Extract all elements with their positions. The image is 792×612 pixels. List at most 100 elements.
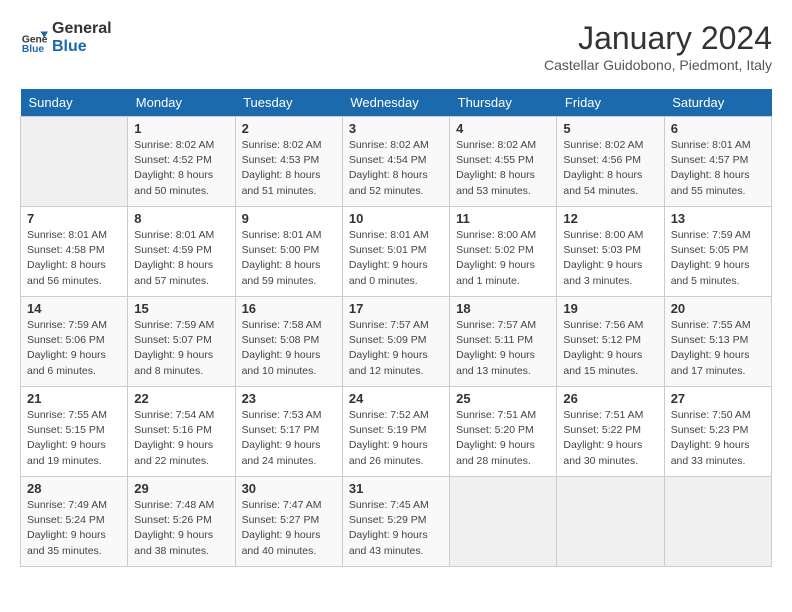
calendar-cell: [21, 117, 128, 207]
day-number: 20: [671, 301, 765, 316]
day-of-week-header: Wednesday: [342, 89, 449, 117]
day-number: 28: [27, 481, 121, 496]
day-number: 24: [349, 391, 443, 406]
day-number: 22: [134, 391, 228, 406]
title-block: January 2024 Castellar Guidobono, Piedmo…: [544, 20, 772, 73]
calendar-cell: 6Sunrise: 8:01 AMSunset: 4:57 PMDaylight…: [664, 117, 771, 207]
day-number: 27: [671, 391, 765, 406]
day-of-week-header: Sunday: [21, 89, 128, 117]
calendar-cell: 30 Sunrise: 7:47 AMSunset: 5:27 PMDayligh…: [235, 477, 342, 567]
day-number: 16: [242, 301, 336, 316]
day-info: Sunrise: 8:01 AMSunset: 4:59 PMDaylight:…: [134, 228, 228, 289]
day-info: Sunrise: 7:52 AMSunset: 5:19 PMDaylight:…: [349, 408, 443, 469]
day-number: 10: [349, 211, 443, 226]
calendar-cell: 19 Sunrise: 7:56 AMSunset: 5:12 PMDayligh…: [557, 297, 664, 387]
day-number: 21: [27, 391, 121, 406]
day-number: 23: [242, 391, 336, 406]
day-number: 3: [349, 121, 443, 136]
day-number: 30: [242, 481, 336, 496]
day-number: 25: [456, 391, 550, 406]
calendar-cell: 12 Sunrise: 8:00 AMSunset: 5:03 PMDayligh…: [557, 207, 664, 297]
calendar-table: SundayMondayTuesdayWednesdayThursdayFrid…: [20, 89, 772, 567]
day-info: Sunrise: 7:57 AMSunset: 5:11 PMDaylight:…: [456, 318, 550, 379]
logo: General Blue General Blue: [20, 20, 112, 55]
calendar-cell: 22 Sunrise: 7:54 AMSunset: 5:16 PMDayligh…: [128, 387, 235, 477]
location-subtitle: Castellar Guidobono, Piedmont, Italy: [544, 57, 772, 73]
day-info: Sunrise: 7:59 AMSunset: 5:05 PMDaylight:…: [671, 228, 765, 289]
calendar-cell: 11 Sunrise: 8:00 AMSunset: 5:02 PMDayligh…: [450, 207, 557, 297]
calendar-cell: 8Sunrise: 8:01 AMSunset: 4:59 PMDaylight…: [128, 207, 235, 297]
calendar-cell: 17 Sunrise: 7:57 AMSunset: 5:09 PMDayligh…: [342, 297, 449, 387]
day-info: Sunrise: 8:00 AMSunset: 5:03 PMDaylight:…: [563, 228, 657, 289]
calendar-cell: 2 Sunrise: 8:02 AMSunset: 4:53 PMDaylight…: [235, 117, 342, 207]
calendar-cell: [450, 477, 557, 567]
day-info: Sunrise: 8:01 AMSunset: 4:57 PMDaylight:…: [671, 138, 765, 199]
day-info: Sunrise: 7:53 AMSunset: 5:17 PMDaylight:…: [242, 408, 336, 469]
calendar-cell: 21 Sunrise: 7:55 AMSunset: 5:15 PMDayligh…: [21, 387, 128, 477]
day-info: Sunrise: 7:51 AMSunset: 5:22 PMDaylight:…: [563, 408, 657, 469]
calendar-cell: 5 Sunrise: 8:02 AMSunset: 4:56 PMDaylight…: [557, 117, 664, 207]
month-title: January 2024: [544, 20, 772, 57]
day-info: Sunrise: 7:58 AMSunset: 5:08 PMDaylight:…: [242, 318, 336, 379]
day-info: Sunrise: 8:01 AMSunset: 5:00 PMDaylight:…: [242, 228, 336, 289]
day-number: 12: [563, 211, 657, 226]
day-info: Sunrise: 7:57 AMSunset: 5:09 PMDaylight:…: [349, 318, 443, 379]
calendar-cell: 20Sunrise: 7:55 AMSunset: 5:13 PMDayligh…: [664, 297, 771, 387]
day-number: 17: [349, 301, 443, 316]
calendar-cell: 9 Sunrise: 8:01 AMSunset: 5:00 PMDaylight…: [235, 207, 342, 297]
day-number: 19: [563, 301, 657, 316]
day-number: 13: [671, 211, 765, 226]
logo-blue: Blue: [52, 38, 112, 56]
logo-icon: General Blue: [20, 24, 48, 52]
day-info: Sunrise: 7:59 AMSunset: 5:07 PMDaylight:…: [134, 318, 228, 379]
page-header: General Blue General Blue January 2024 C…: [20, 20, 772, 73]
calendar-cell: 26Sunrise: 7:51 AMSunset: 5:22 PMDayligh…: [557, 387, 664, 477]
day-of-week-header: Tuesday: [235, 89, 342, 117]
day-info: Sunrise: 7:55 AMSunset: 5:15 PMDaylight:…: [27, 408, 121, 469]
day-info: Sunrise: 7:49 AMSunset: 5:24 PMDaylight:…: [27, 498, 121, 559]
calendar-cell: 1Sunrise: 8:02 AMSunset: 4:52 PMDaylight…: [128, 117, 235, 207]
day-info: Sunrise: 7:51 AMSunset: 5:20 PMDaylight:…: [456, 408, 550, 469]
calendar-cell: 24 Sunrise: 7:52 AMSunset: 5:19 PMDayligh…: [342, 387, 449, 477]
calendar-cell: 31Sunrise: 7:45 AMSunset: 5:29 PMDayligh…: [342, 477, 449, 567]
day-info: Sunrise: 7:56 AMSunset: 5:12 PMDaylight:…: [563, 318, 657, 379]
day-info: Sunrise: 8:00 AMSunset: 5:02 PMDaylight:…: [456, 228, 550, 289]
calendar-cell: 18 Sunrise: 7:57 AMSunset: 5:11 PMDayligh…: [450, 297, 557, 387]
day-number: 11: [456, 211, 550, 226]
day-info: Sunrise: 8:01 AMSunset: 4:58 PMDaylight:…: [27, 228, 121, 289]
day-number: 1: [134, 121, 228, 136]
calendar-cell: 16 Sunrise: 7:58 AMSunset: 5:08 PMDayligh…: [235, 297, 342, 387]
day-info: Sunrise: 8:02 AMSunset: 4:54 PMDaylight:…: [349, 138, 443, 199]
calendar-cell: 27Sunrise: 7:50 AMSunset: 5:23 PMDayligh…: [664, 387, 771, 477]
day-info: Sunrise: 7:48 AMSunset: 5:26 PMDaylight:…: [134, 498, 228, 559]
day-of-week-header: Saturday: [664, 89, 771, 117]
day-number: 5: [563, 121, 657, 136]
logo-general: General: [52, 20, 112, 38]
day-of-week-header: Monday: [128, 89, 235, 117]
calendar-cell: [664, 477, 771, 567]
day-number: 18: [456, 301, 550, 316]
calendar-cell: 3 Sunrise: 8:02 AMSunset: 4:54 PMDaylight…: [342, 117, 449, 207]
day-info: Sunrise: 8:02 AMSunset: 4:53 PMDaylight:…: [242, 138, 336, 199]
day-number: 7: [27, 211, 121, 226]
day-info: Sunrise: 7:54 AMSunset: 5:16 PMDaylight:…: [134, 408, 228, 469]
svg-text:Blue: Blue: [22, 44, 45, 52]
calendar-cell: [557, 477, 664, 567]
day-of-week-header: Friday: [557, 89, 664, 117]
calendar-cell: 15 Sunrise: 7:59 AMSunset: 5:07 PMDayligh…: [128, 297, 235, 387]
calendar-cell: 29 Sunrise: 7:48 AMSunset: 5:26 PMDayligh…: [128, 477, 235, 567]
day-of-week-header: Thursday: [450, 89, 557, 117]
calendar-cell: 23 Sunrise: 7:53 AMSunset: 5:17 PMDayligh…: [235, 387, 342, 477]
day-number: 15: [134, 301, 228, 316]
day-info: Sunrise: 7:47 AMSunset: 5:27 PMDaylight:…: [242, 498, 336, 559]
day-number: 29: [134, 481, 228, 496]
calendar-cell: 10Sunrise: 8:01 AMSunset: 5:01 PMDayligh…: [342, 207, 449, 297]
day-number: 9: [242, 211, 336, 226]
day-number: 4: [456, 121, 550, 136]
calendar-cell: 7 Sunrise: 8:01 AMSunset: 4:58 PMDaylight…: [21, 207, 128, 297]
calendar-cell: 4Sunrise: 8:02 AMSunset: 4:55 PMDaylight…: [450, 117, 557, 207]
day-info: Sunrise: 8:02 AMSunset: 4:56 PMDaylight:…: [563, 138, 657, 199]
day-info: Sunrise: 7:45 AMSunset: 5:29 PMDaylight:…: [349, 498, 443, 559]
day-number: 2: [242, 121, 336, 136]
calendar-cell: 28 Sunrise: 7:49 AMSunset: 5:24 PMDayligh…: [21, 477, 128, 567]
